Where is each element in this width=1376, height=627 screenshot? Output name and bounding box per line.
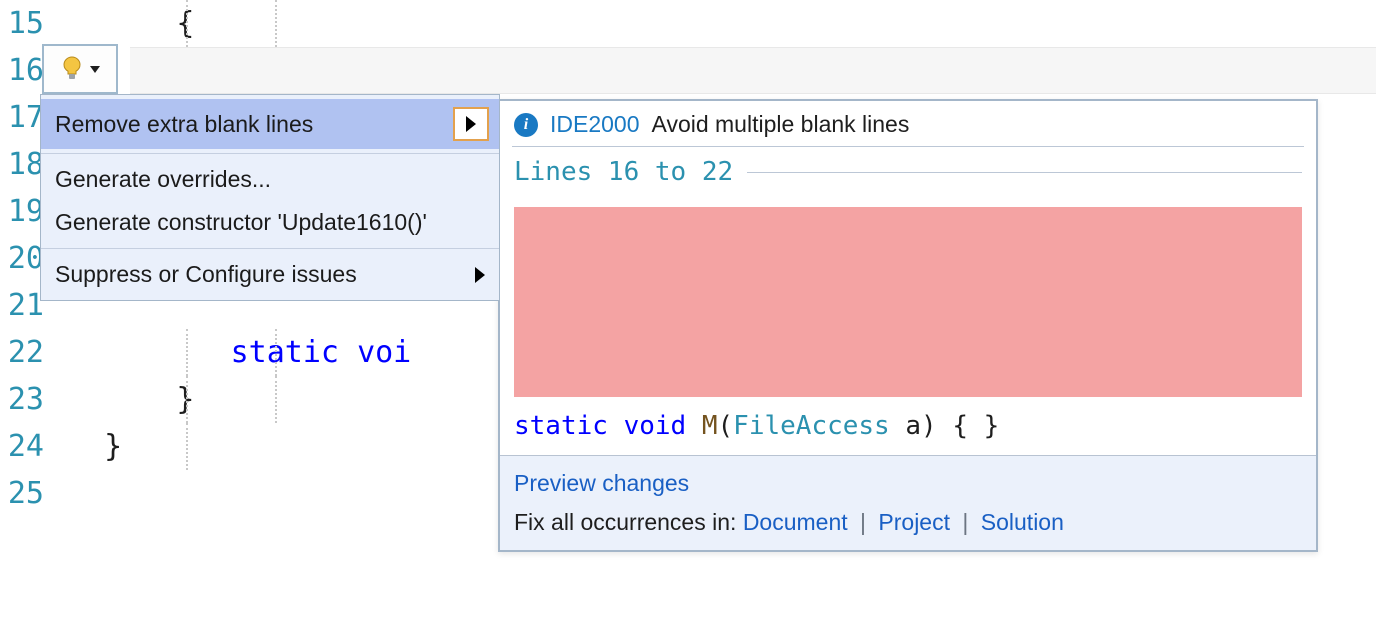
preview-code-line: static void M(FileAccess a) { } [514, 411, 1302, 441]
fix-solution-link[interactable]: Solution [981, 509, 1064, 535]
info-icon: i [514, 113, 538, 137]
code-line: 15 { [0, 0, 1376, 47]
line-number: 25 [0, 470, 50, 517]
menu-item-generate-overrides[interactable]: Generate overrides... [41, 158, 499, 201]
preview-range-label: Lines 16 to 22 [514, 157, 1302, 187]
menu-item-label: Generate constructor 'Update1610()' [55, 209, 427, 236]
current-line-highlight [130, 47, 1376, 94]
submenu-indicator [453, 107, 489, 141]
line-number: 23 [0, 376, 50, 423]
preview-footer: Preview changes Fix all occurrences in: … [500, 455, 1316, 550]
separator: | [962, 509, 968, 535]
preview-header: i IDE2000 Avoid multiple blank lines [500, 101, 1316, 146]
menu-item-suppress-configure[interactable]: Suppress or Configure issues [41, 253, 499, 296]
menu-item-label: Remove extra blank lines [55, 111, 313, 138]
fix-project-link[interactable]: Project [878, 509, 950, 535]
chevron-down-icon [90, 66, 100, 73]
fix-document-link[interactable]: Document [743, 509, 848, 535]
code-text: } [50, 423, 122, 470]
line-number: 22 [0, 329, 50, 376]
menu-item-label: Suppress or Configure issues [55, 261, 357, 288]
line-number: 15 [0, 0, 50, 47]
menu-item-remove-blank-lines[interactable]: Remove extra blank lines [41, 99, 499, 149]
fix-all-label: Fix all occurrences in: [514, 509, 736, 535]
lightbulb-icon [60, 55, 84, 83]
line-number: 24 [0, 423, 50, 470]
menu-separator [41, 153, 499, 154]
menu-item-generate-constructor[interactable]: Generate constructor 'Update1610()' [41, 201, 499, 244]
quick-actions-menu: Remove extra blank lines Generate overri… [40, 94, 500, 301]
menu-item-label: Generate overrides... [55, 166, 271, 193]
fix-preview-panel: i IDE2000 Avoid multiple blank lines Lin… [498, 99, 1318, 552]
menu-separator [41, 248, 499, 249]
diagnostic-code-link[interactable]: IDE2000 [550, 111, 640, 138]
code-text: { [50, 0, 195, 47]
rule-line [747, 172, 1302, 173]
quick-actions-button[interactable] [42, 44, 118, 94]
code-text: } [50, 376, 195, 423]
separator: | [860, 509, 866, 535]
preivew-changes-link[interactable]: Preview changes [514, 470, 689, 496]
chevron-right-icon [466, 116, 476, 132]
diff-removed-block [514, 207, 1302, 397]
code-text: static voi [50, 329, 411, 376]
diagnostic-title: Avoid multiple blank lines [652, 111, 910, 138]
preview-body: Lines 16 to 22 static void M(FileAccess … [500, 147, 1316, 455]
chevron-right-icon [475, 267, 485, 283]
